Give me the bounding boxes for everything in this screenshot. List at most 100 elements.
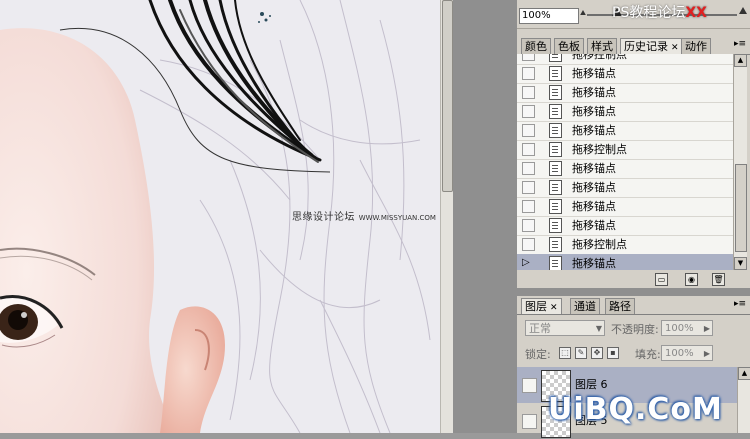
history-item[interactable]: 拖移锚点 (517, 197, 733, 217)
lock-fill-row: 锁定: ⬚ ✎ ✥ ▪ 填充: 100% ▶ (517, 342, 750, 366)
history-item-label: 拖移锚点 (572, 200, 616, 213)
scroll-up-icon[interactable]: ▲ (738, 367, 750, 380)
history-item[interactable]: 拖移锚点 (517, 83, 733, 103)
watermark: 思缘设计论坛 WWW.MISSYUAN.COM (292, 208, 436, 223)
history-item-label: 拖移锚点 (572, 162, 616, 175)
history-item[interactable]: 拖移锚点 (517, 159, 733, 179)
history-list: 拖移控制点 拖移锚点 拖移锚点 拖移锚点 拖移锚点 拖移控制点 拖移锚点 拖移锚… (517, 54, 733, 270)
layers-panel-tabs: 图层 ✕ 通道 路径 ▸≡ (517, 296, 750, 315)
history-source-checkbox[interactable] (522, 219, 535, 232)
chevron-right-icon: ▶ (703, 324, 710, 333)
scroll-down-icon[interactable]: ▼ (734, 257, 747, 270)
history-source-checkbox[interactable] (522, 86, 535, 99)
watermark-url: WWW.MISSYUAN.COM (358, 214, 436, 222)
history-item-label: 拖移锚点 (572, 124, 616, 137)
lock-position-icon[interactable]: ✥ (591, 347, 603, 359)
lock-transparency-icon[interactable]: ⬚ (559, 347, 571, 359)
document-canvas[interactable]: 思缘设计论坛 WWW.MISSYUAN.COM (0, 0, 440, 433)
history-step-icon (549, 54, 562, 62)
canvas-vertical-scrollbar[interactable] (440, 0, 453, 433)
new-snapshot-icon[interactable]: ◉ (685, 273, 698, 286)
zoom-out-icon[interactable] (580, 10, 586, 15)
tab-history[interactable]: 历史记录 ✕ (620, 38, 683, 54)
history-item[interactable]: 拖移控制点 (517, 140, 733, 160)
history-source-checkbox[interactable] (522, 238, 535, 251)
history-item-current[interactable]: ▷ 拖移锚点 (517, 254, 733, 270)
panel-menu-icon[interactable]: ▸≡ (734, 299, 746, 309)
watermark-text: 思缘设计论坛 (292, 212, 355, 223)
history-step-icon (549, 142, 562, 157)
history-source-checkbox[interactable] (522, 181, 535, 194)
top-watermark-logo: PS教程论坛XX (612, 5, 707, 21)
history-item-label: 拖移控制点 (572, 54, 627, 61)
history-item-label: 拖移锚点 (572, 257, 616, 270)
history-step-icon (549, 237, 562, 252)
blend-mode-select[interactable]: 正常 ▼ (525, 320, 605, 336)
trash-icon[interactable]: 🗑 (712, 273, 725, 286)
history-step-icon (549, 218, 562, 233)
history-step-icon (549, 199, 562, 214)
history-item[interactable]: 拖移控制点 (517, 235, 733, 255)
history-step-icon (549, 256, 562, 270)
tab-channels[interactable]: 通道 (570, 298, 600, 314)
tab-layers[interactable]: 图层 ✕ (521, 298, 562, 314)
history-source-checkbox[interactable] (522, 162, 535, 175)
zoom-field[interactable]: 100% (519, 8, 579, 24)
history-source-checkbox[interactable] (522, 54, 535, 61)
history-state-arrow-icon: ▷ (522, 257, 530, 268)
lock-all-icon[interactable]: ▪ (607, 347, 619, 359)
history-item-label: 拖移控制点 (572, 143, 627, 156)
zoom-in-icon[interactable] (739, 7, 747, 14)
close-tab-icon[interactable]: ✕ (671, 43, 679, 53)
panel-menu-icon[interactable]: ▸≡ (734, 39, 746, 49)
history-step-icon (549, 85, 562, 100)
history-source-checkbox[interactable] (522, 67, 535, 80)
history-scrollbar[interactable]: ▲ ▼ (733, 54, 747, 270)
lock-paint-icon[interactable]: ✎ (575, 347, 587, 359)
history-item-label: 拖移锚点 (572, 105, 616, 118)
history-footer: ▭ ◉ 🗑 (517, 270, 750, 288)
history-source-checkbox[interactable] (522, 124, 535, 137)
history-item[interactable]: 拖移锚点 (517, 121, 733, 141)
history-item-label: 拖移锚点 (572, 181, 616, 194)
history-step-icon (549, 66, 562, 81)
fill-field[interactable]: 100% ▶ (661, 345, 713, 361)
tab-color[interactable]: 颜色 (521, 38, 551, 54)
close-tab-icon[interactable]: ✕ (550, 303, 558, 313)
history-item[interactable]: 拖移锚点 (517, 216, 733, 236)
history-source-checkbox[interactable] (522, 143, 535, 156)
history-item-label: 拖移锚点 (572, 86, 616, 99)
tab-swatches[interactable]: 色板 (554, 38, 584, 54)
tab-styles[interactable]: 样式 (587, 38, 617, 54)
fill-label: 填充: (635, 348, 661, 361)
history-item[interactable]: 拖移锚点 (517, 64, 733, 84)
history-step-icon (549, 123, 562, 138)
visibility-eye-icon[interactable] (522, 378, 537, 393)
visibility-eye-icon[interactable] (522, 414, 537, 429)
blend-opacity-row: 正常 ▼ 不透明度: 100% ▶ (517, 317, 750, 341)
history-step-icon (549, 104, 562, 119)
history-item-label: 拖移锚点 (572, 219, 616, 232)
site-logo: UiBQ.CoM (548, 392, 723, 427)
workspace-background (453, 0, 517, 433)
history-step-icon (549, 180, 562, 195)
chevron-down-icon: ▼ (595, 324, 602, 333)
history-step-icon (549, 161, 562, 176)
history-item[interactable]: 拖移锚点 (517, 178, 733, 198)
scroll-up-icon[interactable]: ▲ (734, 54, 747, 67)
history-source-checkbox[interactable] (522, 105, 535, 118)
history-source-checkbox[interactable] (522, 200, 535, 213)
panel-dock: 100% 颜色 色板 样式 历史记录 ✕ 动作 ▸≡ 拖移控制点 拖移锚点 拖移锚… (517, 0, 750, 438)
opacity-label: 不透明度: (611, 323, 659, 336)
history-scroll-thumb[interactable] (735, 164, 747, 252)
canvas-scroll-thumb[interactable] (442, 0, 453, 192)
history-panel-tabs: 颜色 色板 样式 历史记录 ✕ 动作 ▸≡ (517, 36, 750, 55)
history-item[interactable]: 拖移锚点 (517, 102, 733, 122)
tab-paths[interactable]: 路径 (605, 298, 635, 314)
opacity-field[interactable]: 100% ▶ (661, 320, 713, 336)
tab-actions[interactable]: 动作 (681, 38, 711, 54)
layers-scrollbar[interactable]: ▲ (737, 367, 750, 433)
history-item-label: 拖移锚点 (572, 67, 616, 80)
new-document-from-state-icon[interactable]: ▭ (655, 273, 668, 286)
chevron-right-icon: ▶ (703, 349, 710, 358)
